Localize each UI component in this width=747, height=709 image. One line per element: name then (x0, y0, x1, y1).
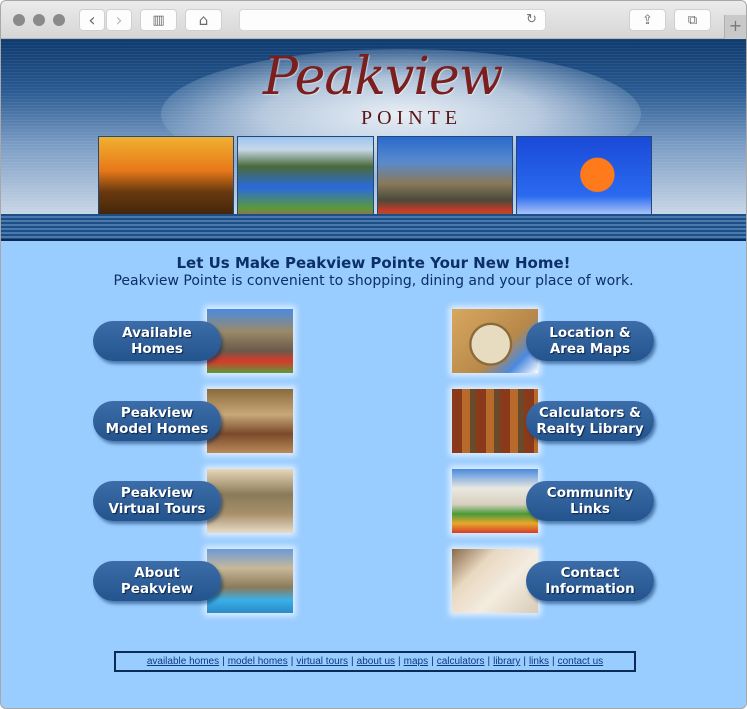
separator: | (290, 656, 294, 667)
calculators-library-button[interactable]: Calculators & Realty Library (526, 401, 654, 441)
button-label-line1: Community (546, 485, 634, 501)
button-label-line2: Model Homes (105, 421, 209, 437)
header-photo-strip (98, 136, 652, 214)
button-label-line1: Available (122, 325, 192, 341)
browser-toolbar: ‹ › ▥ ⌂ ↻ ⇪ ⧉ + (1, 1, 746, 39)
site-header: Peakview POINTE (1, 39, 746, 214)
button-label-line1: Contact (560, 565, 620, 581)
page-headline: Let Us Make Peakview Pointe Your New Hom… (176, 254, 571, 272)
button-label-line2: Information (545, 581, 635, 597)
button-label-line1: Peakview (120, 485, 194, 501)
button-label-line2: Area Maps (549, 341, 631, 357)
tabs-overview-button[interactable]: ⧉ (674, 9, 711, 31)
footer-link-about-us[interactable]: about us (357, 656, 395, 667)
button-label-line2: Peakview (120, 581, 194, 597)
skier-photo (515, 136, 652, 214)
nav-tile-location-maps[interactable]: Location & Area Maps (452, 309, 662, 375)
close-window-button[interactable] (13, 14, 25, 26)
new-tab-button[interactable]: + (724, 15, 746, 39)
separator: | (431, 656, 434, 667)
footer-link-virtual-tours[interactable]: virtual tours (296, 656, 348, 667)
footer-link-model-homes[interactable]: model homes (228, 656, 288, 667)
location-maps-button[interactable]: Location & Area Maps (526, 321, 654, 361)
logo-script[interactable]: Peakview (263, 47, 503, 107)
apartment-house-photo (376, 136, 513, 214)
footer-link-contact-us[interactable]: contact us (558, 656, 604, 667)
plus-icon: + (728, 16, 743, 35)
separator: | (222, 656, 225, 667)
back-button[interactable]: ‹ (79, 9, 105, 31)
footer-link-library[interactable]: library (493, 656, 520, 667)
sidebar-icon: ▥ (152, 12, 165, 28)
home-icon: ⌂ (198, 11, 209, 29)
zoom-window-button[interactable] (53, 14, 65, 26)
mountain-river-photo (237, 136, 374, 214)
button-label-line2: Virtual Tours (108, 501, 206, 517)
share-icon: ⇪ (642, 12, 653, 28)
nav-tile-calculators-library[interactable]: Calculators & Realty Library (452, 389, 662, 455)
nav-tile-model-homes[interactable]: Peakview Model Homes (93, 389, 303, 455)
model-homes-button[interactable]: Peakview Model Homes (93, 401, 221, 441)
header-divider-bands (1, 214, 746, 241)
button-label-line2: Homes (131, 341, 183, 357)
page-subheadline: Peakview Pointe is convenient to shoppin… (113, 273, 634, 289)
separator: | (551, 656, 555, 667)
button-label-line1: About (134, 565, 180, 581)
footer-link-maps[interactable]: maps (404, 656, 428, 667)
community-links-button[interactable]: Community Links (526, 481, 654, 521)
reload-icon[interactable]: ↻ (526, 12, 537, 27)
nav-tile-virtual-tours[interactable]: Peakview Virtual Tours (93, 469, 303, 535)
button-label-line1: Location & (549, 325, 631, 341)
contact-information-button[interactable]: Contact Information (526, 561, 654, 601)
city-skyline-photo (98, 136, 235, 214)
footer-nav: available homes | model homes | virtual to… (114, 651, 636, 672)
logo-subtitle: POINTE (361, 107, 463, 129)
button-label-line2: Links (570, 501, 610, 517)
nav-tile-community-links[interactable]: Community Links (452, 469, 662, 535)
button-label-line1: Calculators & (539, 405, 641, 421)
sidebar-button[interactable]: ▥ (140, 9, 177, 31)
tabs-icon: ⧉ (687, 12, 698, 28)
nav-tile-about[interactable]: About Peakview (93, 549, 303, 615)
available-homes-button[interactable]: Available Homes (93, 321, 221, 361)
button-label-line2: Realty Library (536, 421, 644, 437)
footer-link-calculators[interactable]: calculators (437, 656, 485, 667)
footer-link-links[interactable]: links (529, 656, 549, 667)
nav-tile-contact[interactable]: Contact Information (452, 549, 662, 615)
share-button[interactable]: ⇪ (629, 9, 666, 31)
browser-window: ‹ › ▥ ⌂ ↻ ⇪ ⧉ + Peakview POINTE Let Us M… (0, 0, 747, 709)
separator: | (398, 656, 401, 667)
about-button[interactable]: About Peakview (93, 561, 221, 601)
home-button[interactable]: ⌂ (185, 9, 222, 31)
chevron-right-icon: › (115, 9, 123, 31)
button-label-line1: Peakview (120, 405, 194, 421)
separator: | (351, 656, 354, 667)
address-bar[interactable]: ↻ (239, 9, 546, 31)
forward-button[interactable]: › (106, 9, 132, 31)
separator: | (523, 656, 526, 667)
footer-link-available-homes[interactable]: available homes (147, 656, 219, 667)
minimize-window-button[interactable] (33, 14, 45, 26)
nav-tile-available-homes[interactable]: Available Homes (93, 309, 303, 375)
chevron-left-icon: ‹ (88, 9, 96, 31)
separator: | (487, 656, 491, 667)
virtual-tours-button[interactable]: Peakview Virtual Tours (93, 481, 221, 521)
